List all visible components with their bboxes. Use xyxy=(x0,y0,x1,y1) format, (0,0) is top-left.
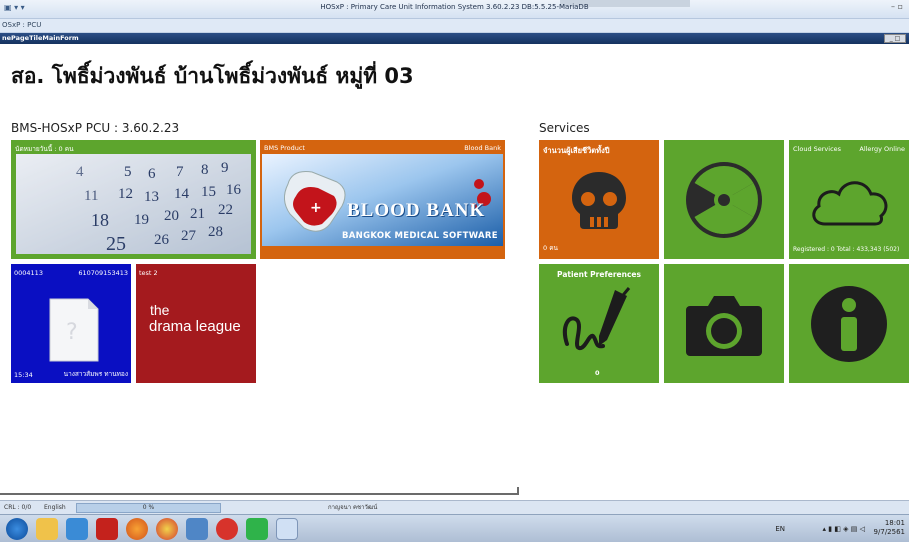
status-progress: 0 % xyxy=(76,503,221,513)
splitter-line[interactable] xyxy=(0,493,518,495)
camera-icon xyxy=(686,296,762,356)
svg-text:22: 22 xyxy=(218,202,233,218)
status-user: กาญจนา คชาวัฒน์ xyxy=(328,504,378,511)
patient-card-tile[interactable]: 0004113 610709153413 ? 15:34 นางสาวสัมพร… xyxy=(11,264,131,383)
svg-text:11: 11 xyxy=(84,188,98,204)
info-icon xyxy=(811,286,887,362)
svg-text:12: 12 xyxy=(118,186,133,202)
svg-text:18: 18 xyxy=(91,210,109,230)
splitter-handle[interactable] xyxy=(517,487,519,495)
appointment-tile[interactable]: นัดหมายวันนี้ : 0 คน 4 56 7 89 11 12 13 14 15 16… xyxy=(11,140,256,259)
svg-text:28: 28 xyxy=(208,224,223,240)
skull-icon xyxy=(572,172,626,229)
svg-text:6: 6 xyxy=(148,166,156,182)
dbms-icon[interactable] xyxy=(96,518,118,540)
cloud-icon xyxy=(812,181,888,226)
death-stats-tile[interactable]: จำนวนผู้เสียชีวิตทั้งปี 0 คน xyxy=(539,140,659,259)
ie-icon[interactable] xyxy=(6,518,28,540)
page-title: สอ. โพธิ์ม่วงพันธ์ บ้านโพธิ์ม่วงพันธ์ หม… xyxy=(11,64,414,88)
hosxp-taskbar-icon[interactable] xyxy=(276,518,298,540)
line-icon[interactable] xyxy=(246,518,268,540)
svg-text:+: + xyxy=(310,200,322,216)
services-section-title: Services xyxy=(539,121,590,135)
tray-icons[interactable]: ▴ ▮ ◧ ◈ ▤ ◁ xyxy=(823,525,866,533)
drama-line1: the xyxy=(150,302,170,318)
tray-date: 9/7/2561 xyxy=(873,528,905,536)
cloud-stats: Registered : 0 Total : 433,343 (502) xyxy=(793,246,900,253)
windows-taskbar: EN ▴ ▮ ◧ ◈ ▤ ◁ 18:01 9/7/2561 xyxy=(0,514,909,542)
patient-preferences-count: 0 xyxy=(595,369,600,377)
svg-text:7: 7 xyxy=(176,164,184,180)
svg-text:27: 27 xyxy=(181,228,197,244)
app-red-icon[interactable] xyxy=(216,518,238,540)
form-name: nePageTileMainForm xyxy=(2,34,79,42)
svg-text:14: 14 xyxy=(174,186,190,202)
blood-bank-caption-left: BMS Product xyxy=(264,144,305,152)
chrome-icon[interactable] xyxy=(156,518,178,540)
window-controls[interactable]: – ▫ xyxy=(891,2,903,11)
svg-text:20: 20 xyxy=(164,208,179,224)
hosxp-window: ▣ ▾ ▾ HOSxP : Primary Care Unit Informat… xyxy=(0,0,909,542)
window-title: HOSxP : Primary Care Unit Information Sy… xyxy=(320,3,589,11)
patient-name: นางสาวสัมพร ทานทอง xyxy=(63,370,128,378)
blood-bank-tile[interactable]: BMS Product Blood Bank + BLOOD BANK BANG… xyxy=(260,140,505,259)
blood-bank-banner: + BLOOD BANK BANGKOK MEDICAL SOFTWARE xyxy=(262,154,503,246)
form-title-bar: nePageTileMainForm _ □ xyxy=(0,33,909,44)
cloud-caption-right: Allergy Online xyxy=(859,145,905,153)
svg-text:26: 26 xyxy=(154,232,170,248)
svg-text:?: ? xyxy=(66,320,78,345)
death-stats-caption: จำนวนผู้เสียชีวิตทั้งปี xyxy=(543,146,610,155)
patient-code: 0004113 xyxy=(14,269,43,277)
svg-text:25: 25 xyxy=(106,233,126,254)
patient-preferences-caption: Patient Preferences xyxy=(557,270,641,279)
form-window-buttons[interactable]: _ □ xyxy=(884,34,906,43)
app-window-icon[interactable] xyxy=(186,518,208,540)
blank-photo-icon: ? xyxy=(49,298,99,362)
drama-line2: drama league xyxy=(149,318,241,335)
blood-bank-title: BLOOD BANK xyxy=(347,200,486,221)
appointment-caption: นัดหมายวันนี้ : 0 คน xyxy=(15,145,74,153)
ribbon-caption: OSxP : PCU xyxy=(0,19,909,33)
patient-time: 15:34 xyxy=(14,371,33,379)
calendar-image: 4 56 7 89 11 12 13 14 15 16 18 19 20 21 22 25 26 27 28 xyxy=(16,154,251,254)
radiation-icon xyxy=(686,162,762,238)
patient-preferences-tile[interactable]: Patient Preferences 0 xyxy=(539,264,659,383)
svg-text:16: 16 xyxy=(226,182,242,198)
death-count: 0 คน xyxy=(543,244,558,252)
drama-tile[interactable]: test 2 the drama league xyxy=(136,264,256,383)
svg-text:19: 19 xyxy=(134,212,149,228)
svg-text:5: 5 xyxy=(124,164,132,180)
app-subtitle: OSxP : PCU xyxy=(2,21,42,29)
svg-text:15: 15 xyxy=(201,184,216,200)
tray-clock[interactable]: 18:01 9/7/2561 xyxy=(871,519,905,537)
version-section-title: BMS-HOSxP PCU : 3.60.2.23 xyxy=(11,121,180,135)
blood-bank-caption-right: Blood Bank xyxy=(464,144,501,152)
cloud-services-tile[interactable]: Cloud Services Allergy Online Registered… xyxy=(789,140,909,259)
svg-text:4: 4 xyxy=(76,164,84,180)
folder-icon[interactable] xyxy=(36,518,58,540)
cloud-caption-left: Cloud Services xyxy=(793,145,842,153)
svg-text:21: 21 xyxy=(190,206,205,222)
status-bar: CRL : 0/0 English 0 % กาญจนา คชาวัฒน์ xyxy=(0,500,909,514)
svg-text:9: 9 xyxy=(221,160,229,176)
signature-pen-icon xyxy=(562,287,631,351)
svg-text:13: 13 xyxy=(144,189,159,205)
camera-tile[interactable] xyxy=(664,264,784,383)
tray-time: 18:01 xyxy=(884,519,905,527)
status-language: English xyxy=(44,504,66,511)
status-crl: CRL : 0/0 xyxy=(4,504,32,511)
tray-language[interactable]: EN xyxy=(775,525,785,533)
title-bar: ▣ ▾ ▾ HOSxP : Primary Care Unit Informat… xyxy=(0,0,909,19)
info-tile[interactable] xyxy=(789,264,909,383)
firefox-icon[interactable] xyxy=(126,518,148,540)
radiation-tile[interactable] xyxy=(664,140,784,259)
blood-bank-subtitle: BANGKOK MEDICAL SOFTWARE xyxy=(342,231,498,241)
svg-text:8: 8 xyxy=(201,162,209,178)
patient-number: 610709153413 xyxy=(78,269,128,277)
drama-caption: test 2 xyxy=(139,269,158,277)
outlook-icon[interactable] xyxy=(66,518,88,540)
